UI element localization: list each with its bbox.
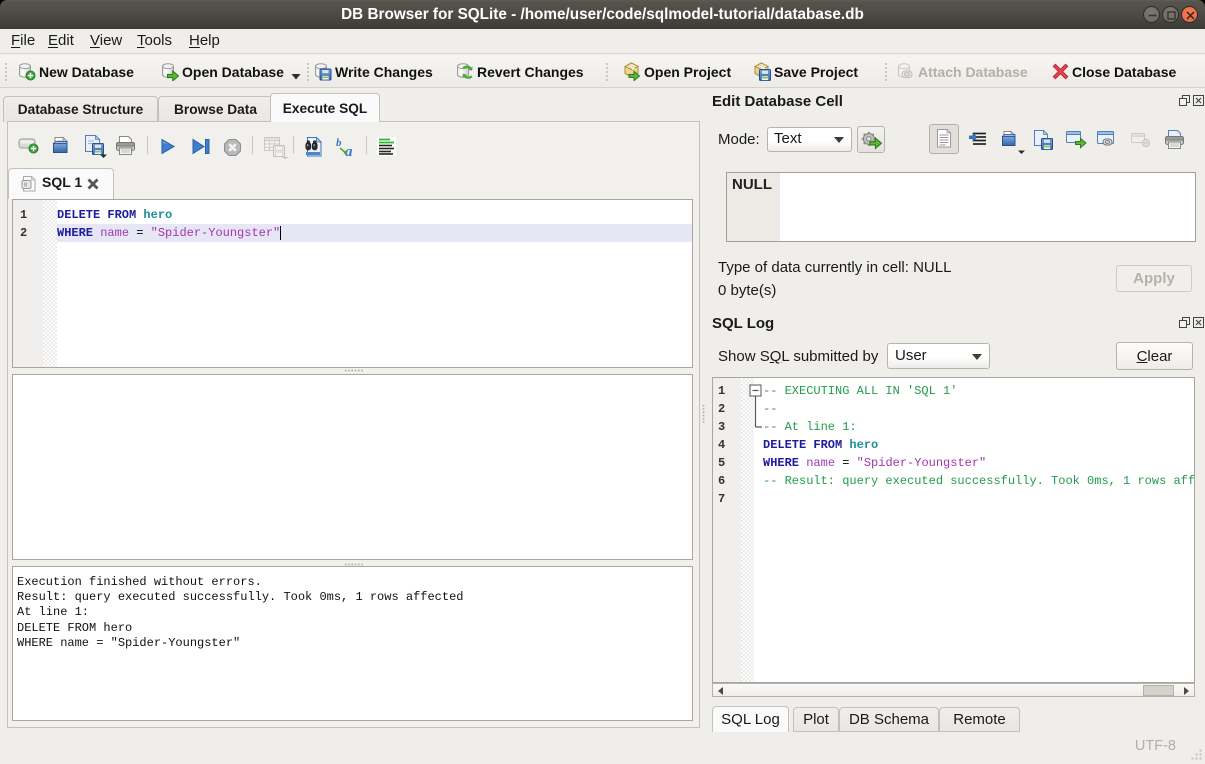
svg-text:a: a <box>345 144 353 158</box>
svg-text:b: b <box>336 137 342 149</box>
